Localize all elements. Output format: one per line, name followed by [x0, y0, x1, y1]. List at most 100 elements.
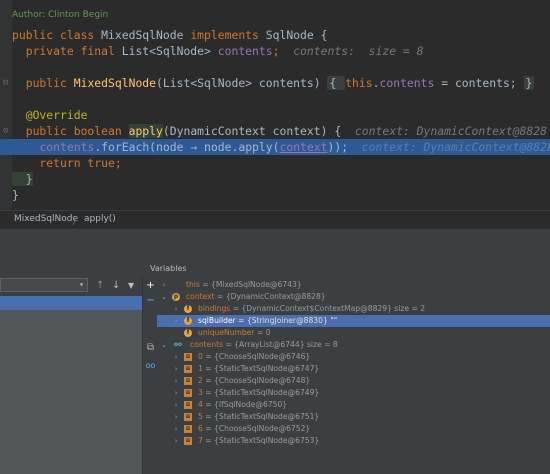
variable-row[interactable]: › ≡ 6 = {ChooseSqlNode@6752} [157, 423, 550, 435]
list-element-icon: ≡ [184, 401, 192, 409]
debug-tool-window-header [0, 228, 550, 259]
variable-value: = {ChooseSqlNode@6752} [205, 424, 311, 433]
add-watch-button[interactable]: + [145, 280, 156, 291]
variable-row[interactable]: › ≡ 0 = {ChooseSqlNode@6746} [157, 351, 550, 363]
inline-value-hint: context: DynamicContext@8828 cont [361, 140, 550, 154]
breadcrumb-method[interactable]: apply() [84, 214, 116, 224]
variable-row[interactable]: ⌄ p context = {DynamicContext@8828} [157, 291, 550, 303]
field-icon: f [184, 317, 192, 325]
author-comment: Author: Clinton Begin [12, 10, 109, 20]
list-element-icon: ≡ [184, 437, 192, 445]
code-line-constructor[interactable]: public MixedSqlNode(List<SqlNode> conten… [0, 75, 550, 91]
expand-toggle-icon[interactable]: › [160, 279, 168, 291]
code-line-field[interactable]: private final List<SqlNode> contents; co… [0, 43, 550, 59]
variable-row[interactable]: › f bindings = {DynamicContext$ContextMap@… [157, 303, 550, 315]
next-frame-button[interactable]: ↓ [112, 280, 120, 292]
variable-name: 1 [198, 364, 203, 373]
variables-toolbar: + − ⧉ oo [142, 276, 157, 474]
variable-row[interactable]: › ≡ 5 = {StaticTextSqlNode@6751} [157, 411, 550, 423]
code-line-class-decl[interactable]: public class MixedSqlNode implements Sql… [0, 27, 550, 43]
variable-row[interactable]: › f sqlBuilder = {StringJoiner@8830} "" [157, 315, 550, 327]
expand-toggle-icon[interactable]: › [172, 387, 180, 399]
field-icon [172, 281, 180, 289]
variable-name: contents [190, 340, 224, 349]
variable-name: bindings [198, 304, 231, 313]
field-icon: f [184, 329, 192, 337]
code-line-close-class[interactable]: } [0, 187, 550, 203]
variable-name: 5 [198, 412, 203, 421]
variable-value: = {MixedSqlNode@6743} [202, 280, 302, 289]
code-line-apply-decl[interactable]: public boolean apply(DynamicContext cont… [0, 123, 550, 139]
expand-toggle-icon[interactable]: › [172, 435, 180, 447]
expand-toggle-icon[interactable]: › [172, 423, 180, 435]
filter-icon[interactable]: ▼ [128, 280, 134, 292]
variable-value: = {ArrayList@6744} size = 8 [225, 340, 338, 349]
variable-value: = 0 [256, 328, 271, 337]
variables-title: Variables [150, 264, 187, 273]
variable-name: this [186, 280, 200, 289]
variable-value: = {StaticTextSqlNode@6753} [205, 436, 320, 445]
variable-row[interactable]: › ≡ 7 = {StaticTextSqlNode@6753} [157, 435, 550, 447]
variable-value: = {DynamicContext@8828} [217, 292, 326, 301]
expand-toggle-icon[interactable]: › [172, 375, 180, 387]
field-icon: p [172, 293, 180, 301]
watches-toggle-icon[interactable]: oo [145, 360, 156, 371]
breadcrumb-separator: 〉 [72, 217, 82, 227]
expand-toggle-icon[interactable]: › [172, 303, 180, 315]
expand-toggle-icon[interactable]: ⌄ [160, 291, 168, 303]
variable-row[interactable]: ⌄ oo contents = {ArrayList@6744} size = 8 [157, 339, 550, 351]
breadcrumb: MixedSqlNode 〉 apply() [0, 210, 550, 228]
variable-row[interactable]: › ≡ 2 = {ChooseSqlNode@6748} [157, 375, 550, 387]
variable-name: sqlBuilder [198, 316, 236, 325]
variable-value: = {IfSqlNode@6750} [205, 400, 288, 409]
inline-value-hint: contents: size = 8 [279, 44, 424, 58]
variable-name: 2 [198, 376, 203, 385]
expand-toggle-icon[interactable]: › [172, 363, 180, 375]
expand-toggle-icon[interactable]: › [172, 351, 180, 363]
folded-code-close: } [523, 76, 535, 90]
previous-frame-button[interactable]: ↑ [96, 280, 104, 292]
code-line-current-execution[interactable]: contents.forEach(node → node.apply(conte… [0, 139, 550, 155]
chevron-down-icon: ▾ [79, 280, 84, 289]
variable-value: = {StaticTextSqlNode@6751} [205, 412, 320, 421]
variable-row[interactable]: › this = {MixedSqlNode@6743} [157, 279, 550, 291]
list-element-icon: ≡ [184, 425, 192, 433]
frames-list[interactable] [0, 296, 142, 474]
variable-value: = {StaticTextSqlNode@6747} [205, 364, 320, 373]
watch-icon: oo [173, 341, 183, 348]
variable-value: = {ChooseSqlNode@6746} [205, 352, 311, 361]
variable-name: 4 [198, 400, 203, 409]
variable-name: 3 [198, 388, 203, 397]
expand-toggle-icon[interactable]: › [172, 399, 180, 411]
field-icon: f [184, 305, 192, 313]
copy-icon[interactable]: ⧉ [145, 342, 156, 353]
variable-row[interactable]: › ≡ 4 = {IfSqlNode@6750} [157, 399, 550, 411]
list-element-icon: ≡ [184, 413, 192, 421]
expand-toggle-icon[interactable]: › [172, 411, 180, 423]
variable-name: context [186, 292, 215, 301]
code-line-close-method[interactable]: } [0, 171, 550, 187]
code-line-return[interactable]: return true; [0, 155, 550, 171]
selected-frame-row[interactable] [0, 296, 142, 310]
expand-toggle-icon[interactable]: ⌄ [160, 339, 168, 351]
breadcrumb-class[interactable]: MixedSqlNode [14, 214, 78, 224]
inline-value-hint: context: DynamicContext@8828 [341, 124, 547, 138]
variable-row[interactable]: › ≡ 1 = {StaticTextSqlNode@6747} [157, 363, 550, 375]
list-element-icon: ≡ [184, 377, 192, 385]
expand-toggle-icon[interactable]: › [172, 315, 180, 327]
variable-name: 6 [198, 424, 203, 433]
variable-row[interactable]: f uniqueNumber = 0 [157, 327, 550, 339]
remove-watch-button[interactable]: − [145, 295, 156, 306]
code-line-override[interactable]: @Override [0, 107, 550, 123]
thread-selector-dropdown[interactable]: ▾ [0, 278, 88, 292]
list-element-icon: ≡ [184, 365, 192, 373]
folded-code-open: { [327, 76, 346, 90]
list-element-icon: ≡ [184, 389, 192, 397]
variable-value: = {StaticTextSqlNode@6749} [205, 388, 320, 397]
variable-name: 7 [198, 436, 203, 445]
variable-row[interactable]: › ≡ 3 = {StaticTextSqlNode@6749} [157, 387, 550, 399]
variable-value: = {StringJoiner@8830} "" [238, 316, 338, 325]
variable-name: uniqueNumber [198, 328, 255, 337]
variable-name: 0 [198, 352, 203, 361]
code-editor[interactable]: Author: Clinton Begin public class Mixed… [0, 0, 550, 210]
